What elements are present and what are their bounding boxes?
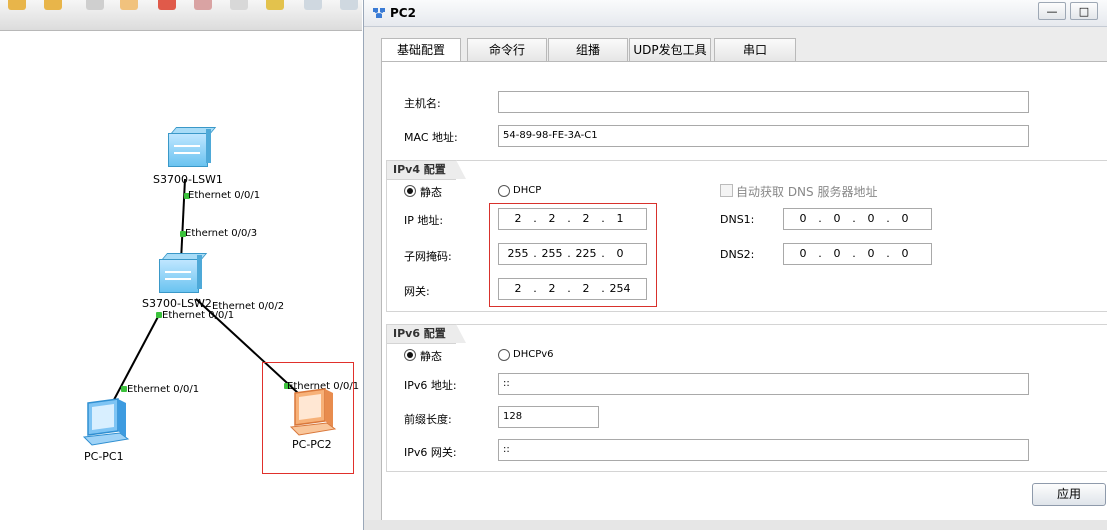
switch-lsw1-icon[interactable] — [166, 125, 217, 167]
tab-serial[interactable]: 串口 — [714, 38, 796, 61]
ipv4-highlight-box — [489, 203, 657, 307]
ipv4-static-label: 静态 — [420, 186, 442, 199]
dns2-input[interactable]: 0. 0. 0. 0 — [783, 243, 932, 265]
ipv4-header: IPv4 配置 — [386, 160, 466, 180]
window-titlebar[interactable]: PC2 — □ — [364, 0, 1107, 27]
switch-lsw2-icon[interactable] — [157, 251, 208, 293]
ipv4-dhcp-radio[interactable] — [498, 185, 510, 197]
auto-dns-checkbox[interactable] — [720, 184, 733, 197]
device-label-pc2: PC-PC2 — [292, 438, 332, 451]
ipv6-header: IPv6 配置 — [386, 324, 466, 344]
tab-multicast[interactable]: 组播 — [548, 38, 628, 61]
ipv6-dhcp-radio[interactable] — [498, 349, 510, 361]
pc2-computer-icon[interactable] — [287, 387, 339, 439]
ensp-app-icon — [373, 8, 385, 18]
topology-canvas[interactable]: S3700-LSW1 Ethernet 0/0/1 Ethernet 0/0/3… — [0, 31, 362, 530]
undo-icon[interactable] — [8, 0, 26, 10]
link-lsw1-lsw2[interactable] — [180, 178, 186, 262]
dns1-label: DNS1: — [720, 213, 755, 226]
ip-address-label: IP 地址: — [404, 214, 444, 227]
prefix-length-label: 前缀长度: — [404, 413, 452, 426]
ipv6-dhcp-label: DHCPv6 — [513, 349, 554, 360]
text-note-icon[interactable] — [230, 0, 248, 10]
port-label-lsw2-pc1: Ethernet 0/0/1 — [162, 310, 235, 321]
ipv6-static-label: 静态 — [420, 350, 442, 363]
ipv6-gateway-input[interactable]: :: — [498, 439, 1029, 461]
hostname-label: 主机名: — [404, 97, 441, 110]
delete-link-icon[interactable] — [194, 0, 212, 10]
horizontal-scrollbar[interactable] — [364, 520, 1107, 530]
tab-basic-config[interactable]: 基础配置 — [381, 38, 461, 63]
device-label-lsw2: S3700-LSW2 — [142, 297, 212, 310]
auto-dns-label: 自动获取 DNS 服务器地址 — [736, 185, 878, 199]
minimize-button[interactable]: — — [1038, 2, 1066, 20]
tab-command-line[interactable]: 命令行 — [467, 38, 547, 61]
pc2-config-window: PC2 — □ 基础配置 命令行 组播 UDP发包工具 串口 主机名: MAC … — [363, 0, 1107, 530]
zoom-in-icon[interactable] — [304, 0, 322, 10]
device-label-lsw1: S3700-LSW1 — [153, 173, 223, 186]
ipv6-static-radio[interactable] — [404, 349, 416, 361]
mac-label: MAC 地址: — [404, 131, 458, 144]
basic-config-panel: 主机名: MAC 地址: 54-89-98-FE-3A-C1 IPv4 配置 静… — [381, 61, 1107, 530]
canvas-toolbar — [0, 0, 362, 31]
pan-hand-icon[interactable] — [120, 0, 138, 10]
port-label-lsw2-up: Ethernet 0/0/3 — [185, 228, 258, 239]
device-label-pc1: PC-PC1 — [84, 450, 124, 463]
apply-button[interactable]: 应用 — [1032, 483, 1106, 506]
zoom-out-icon[interactable] — [340, 0, 358, 10]
prefix-length-input[interactable]: 128 — [498, 406, 599, 428]
dns1-input[interactable]: 0. 0. 0. 0 — [783, 208, 932, 230]
window-title: PC2 — [390, 6, 416, 20]
port-label-pc1: Ethernet 0/0/1 — [127, 384, 200, 395]
port-label-lsw1-down: Ethernet 0/0/1 — [188, 190, 261, 201]
gateway-label: 网关: — [404, 285, 430, 298]
mac-input[interactable]: 54-89-98-FE-3A-C1 — [498, 125, 1029, 147]
ipv6-address-label: IPv6 地址: — [404, 379, 457, 392]
ipv6-gateway-label: IPv6 网关: — [404, 446, 457, 459]
maximize-button[interactable]: □ — [1070, 2, 1098, 20]
window-content: 基础配置 命令行 组播 UDP发包工具 串口 主机名: MAC 地址: 54-8… — [375, 36, 1107, 530]
select-icon[interactable] — [86, 0, 104, 10]
tab-udp-tool[interactable]: UDP发包工具 — [629, 38, 711, 61]
pc1-computer-icon[interactable] — [80, 397, 132, 449]
redo-icon[interactable] — [44, 0, 62, 10]
hostname-input[interactable] — [498, 91, 1029, 113]
subnet-mask-label: 子网掩码: — [404, 250, 452, 263]
ipv4-static-radio[interactable] — [404, 185, 416, 197]
delete-icon[interactable] — [158, 0, 176, 10]
ipv6-address-input[interactable]: :: — [498, 373, 1029, 395]
rectangle-icon[interactable] — [266, 0, 284, 10]
ipv4-dhcp-label: DHCP — [513, 185, 542, 196]
dns2-label: DNS2: — [720, 248, 755, 261]
